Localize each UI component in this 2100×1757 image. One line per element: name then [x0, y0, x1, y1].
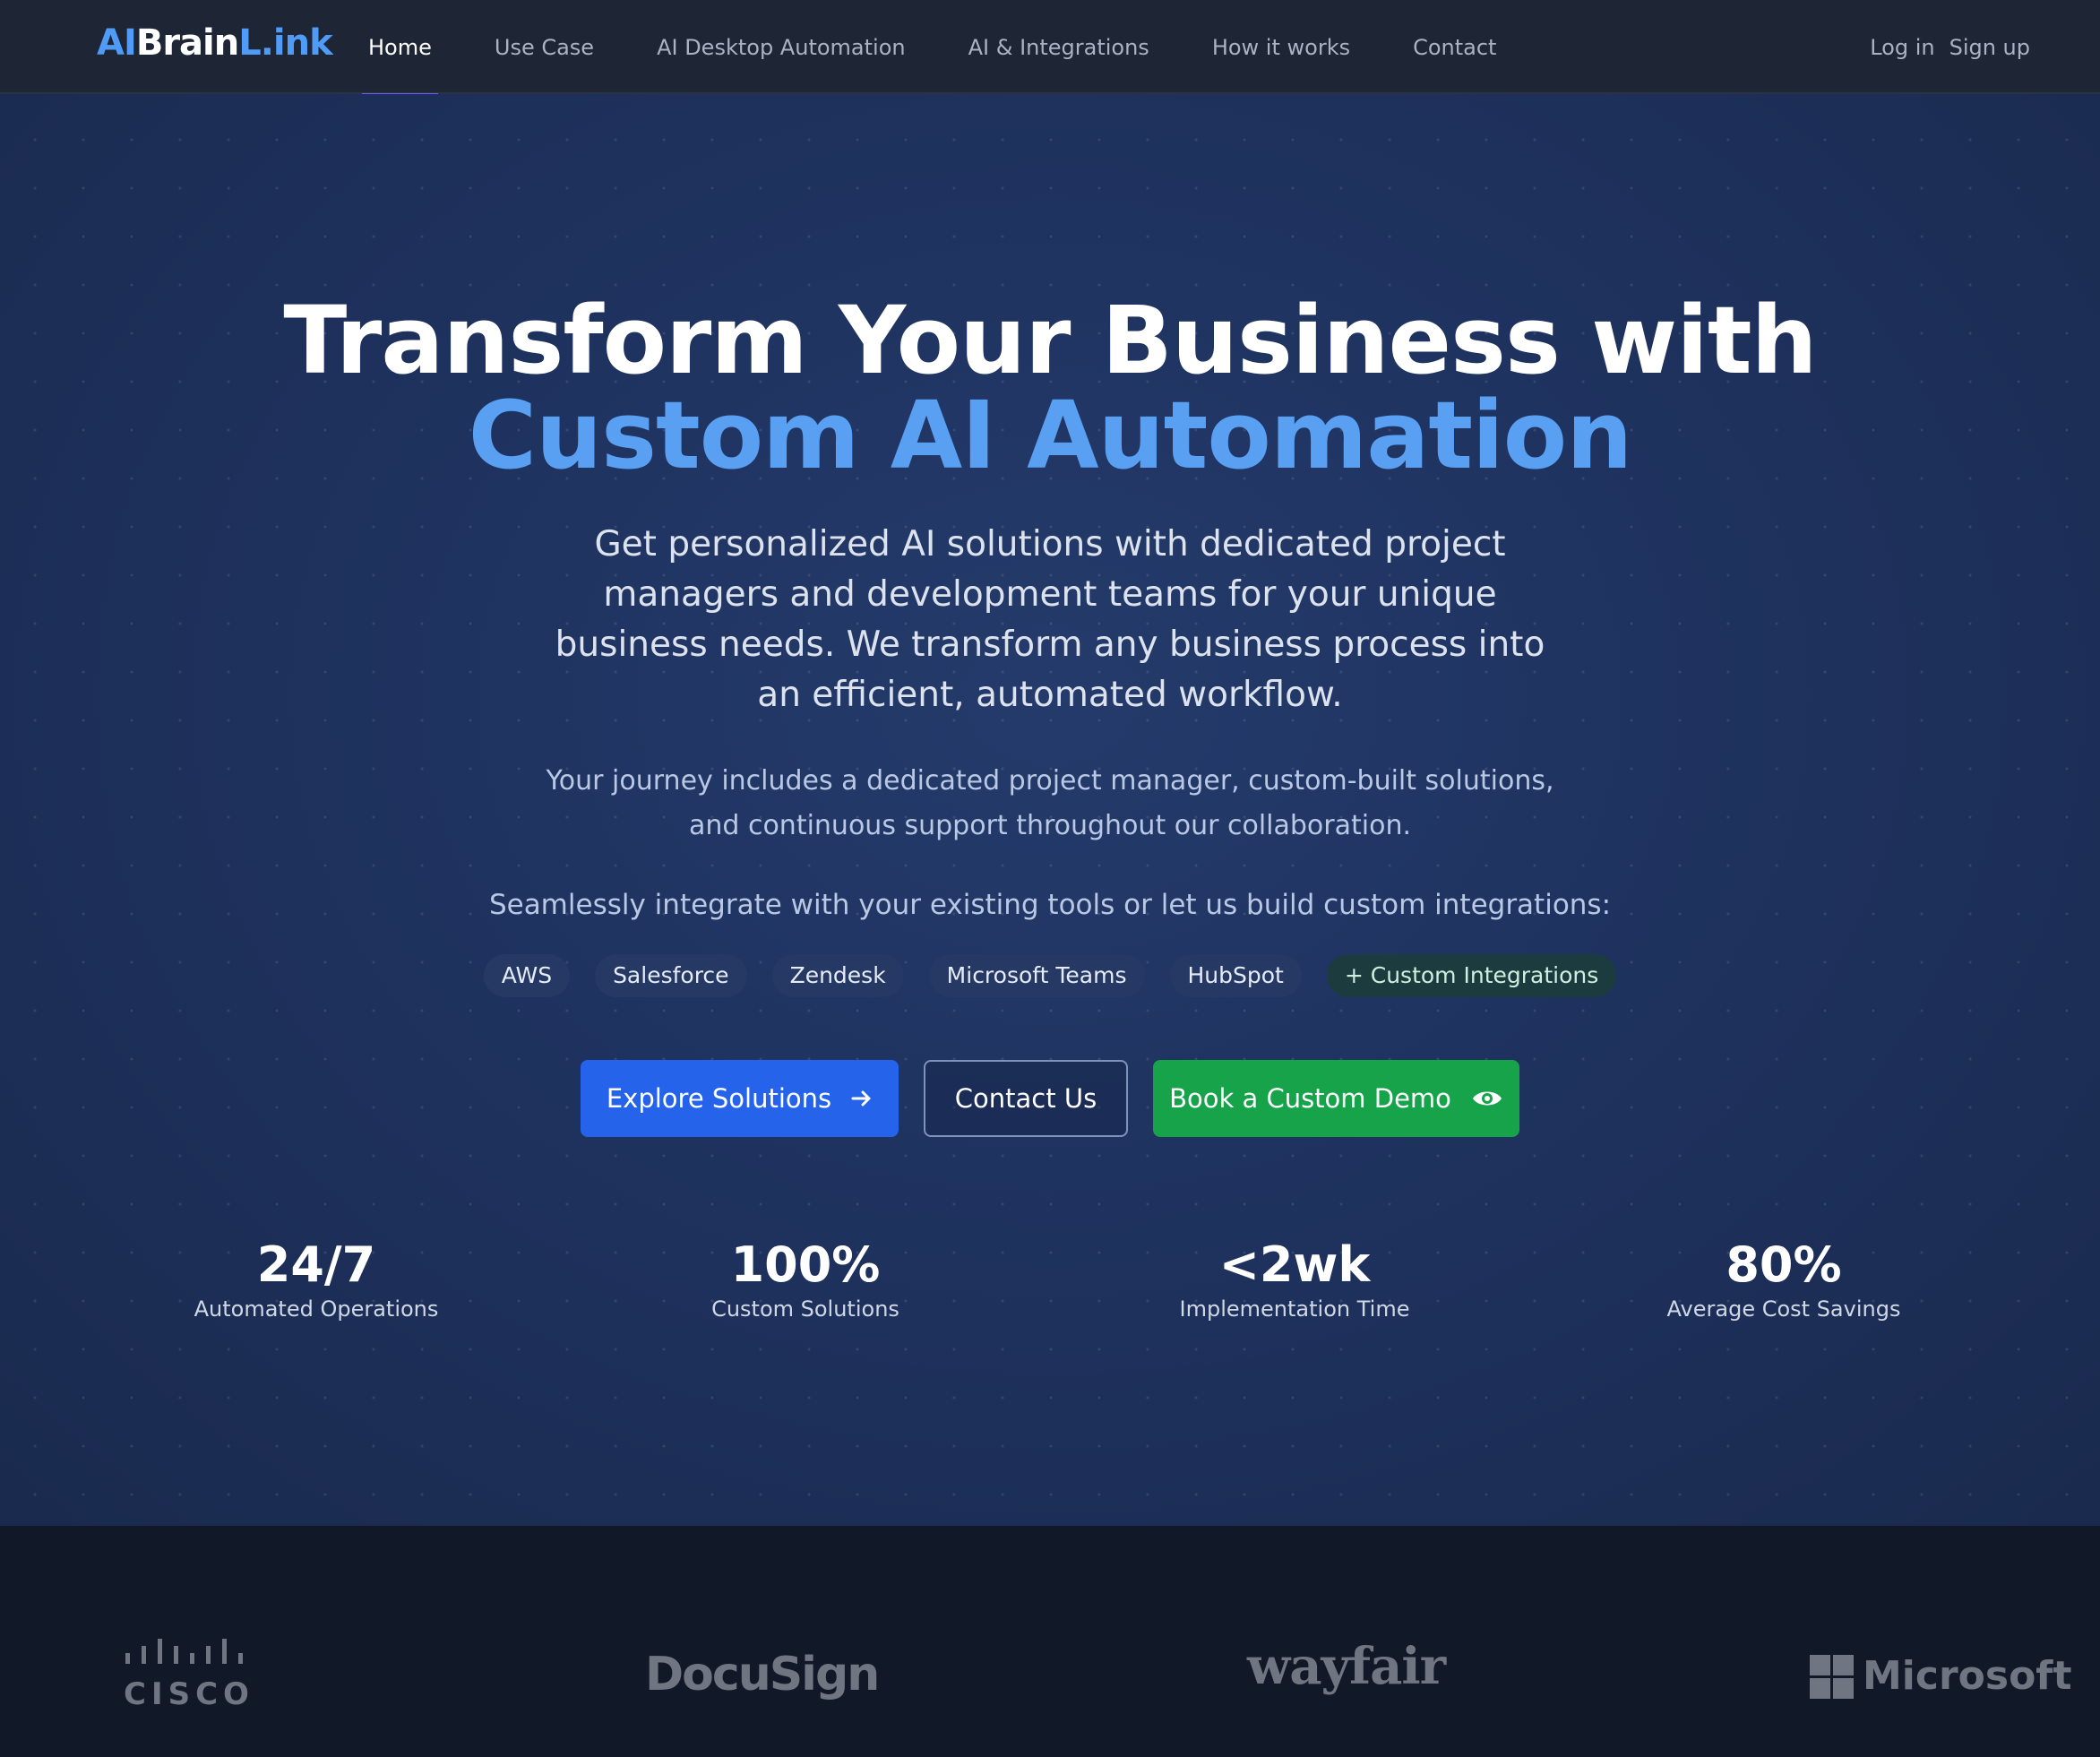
integration-chips: AWS Salesforce Zendesk Microsoft Teams H… [0, 954, 2100, 997]
stat-custom-solutions: 100% Custom Solutions [626, 1236, 985, 1324]
cisco-wordmark: CISCO [124, 1676, 254, 1712]
nav-links: Home Use Case AI Desktop Automation AI &… [362, 0, 1553, 96]
wayfair-logo: wayfair [1247, 1637, 1446, 1696]
arrow-right-icon [851, 1089, 873, 1108]
book-demo-label: Book a Custom Demo [1169, 1083, 1451, 1114]
logo-part-brain: Brain [135, 22, 239, 64]
stat-value: 100% [730, 1236, 881, 1293]
nav-link-home[interactable]: Home [362, 0, 438, 96]
stat-implementation-time: <2wk Implementation Time [1115, 1236, 1474, 1324]
hero-title: Transform Your Business with Custom AI A… [0, 293, 2100, 483]
hero-journey-text: Your journey includes a dedicated projec… [546, 765, 1554, 841]
stat-label: Implementation Time [1179, 1296, 1410, 1322]
chip-hubspot: HubSpot [1169, 954, 1302, 997]
hero-subtitle: Get personalized AI solutions with dedic… [555, 524, 1545, 715]
stat-value: <2wk [1218, 1236, 1371, 1293]
hero-title-line1: Transform Your Business with [283, 286, 1817, 395]
client-logos-strip: CISCO DocuSign wayfair Microsoft [0, 1526, 2100, 1757]
hero-title-line2: Custom AI Automation [468, 381, 1632, 490]
chip-salesforce: Salesforce [595, 954, 747, 997]
signup-link[interactable]: Sign up [1949, 35, 2030, 60]
nav-link-use-case[interactable]: Use Case [489, 0, 599, 94]
stat-value: 80% [1726, 1236, 1842, 1293]
chip-custom-integrations: + Custom Integrations [1326, 954, 1617, 997]
contact-us-label: Contact Us [954, 1083, 1097, 1114]
stat-automated-operations: 24/7 Automated Operations [137, 1236, 495, 1324]
nav-link-how-it-works[interactable]: How it works [1207, 0, 1356, 94]
stat-label: Custom Solutions [711, 1296, 899, 1322]
explore-solutions-label: Explore Solutions [606, 1083, 832, 1114]
chip-microsoft-teams: Microsoft Teams [928, 954, 1145, 997]
microsoft-wordmark: Microsoft [1863, 1653, 2072, 1699]
site-logo[interactable]: AIBrainL.ink [97, 20, 333, 66]
contact-us-button[interactable]: Contact Us [924, 1060, 1128, 1137]
logo-part-ai: AI [97, 22, 137, 64]
cisco-bars-icon [125, 1639, 243, 1664]
auth-links: Log in Sign up [1870, 0, 2030, 94]
stat-label: Automated Operations [194, 1296, 439, 1322]
chip-zendesk: Zendesk [771, 954, 904, 997]
chip-aws: AWS [483, 954, 571, 997]
hero-section: Transform Your Business with Custom AI A… [0, 94, 2100, 1526]
nav-link-contact[interactable]: Contact [1407, 0, 1502, 94]
hero-cta-buttons: Explore Solutions Contact Us Book a Cust… [581, 1060, 1519, 1137]
microsoft-logo: Microsoft [1810, 1651, 2071, 1701]
cisco-logo: CISCO [124, 1637, 256, 1712]
nav-link-ai-integrations[interactable]: AI & Integrations [963, 0, 1155, 94]
integrations-intro: Seamlessly integrate with your existing … [488, 889, 1612, 921]
logo-part-link: L.ink [238, 22, 332, 64]
explore-solutions-button[interactable]: Explore Solutions [581, 1060, 899, 1137]
nav-link-ai-desktop-automation[interactable]: AI Desktop Automation [651, 0, 911, 94]
top-navbar: AIBrainL.ink Home Use Case AI Desktop Au… [0, 0, 2100, 96]
book-demo-button[interactable]: Book a Custom Demo [1153, 1060, 1519, 1137]
eye-icon [1471, 1087, 1503, 1110]
docusign-logo: DocuSign [645, 1648, 880, 1701]
microsoft-windows-icon [1810, 1654, 1854, 1699]
stat-value: 24/7 [256, 1236, 376, 1293]
stat-label: Average Cost Savings [1666, 1296, 1901, 1322]
login-link[interactable]: Log in [1870, 35, 1934, 60]
stat-cost-savings: 80% Average Cost Savings [1605, 1236, 1963, 1324]
